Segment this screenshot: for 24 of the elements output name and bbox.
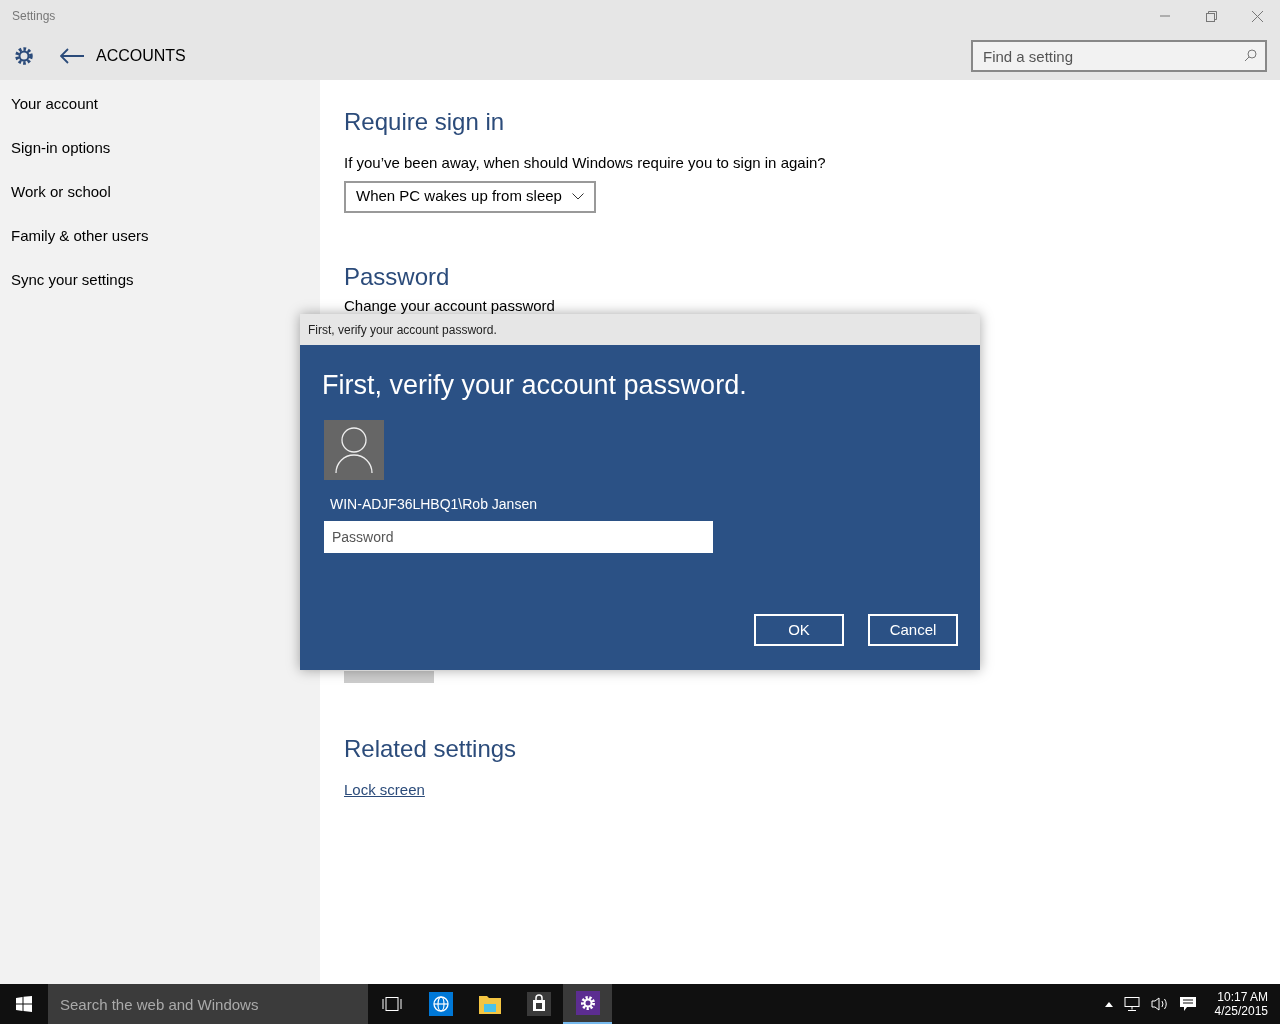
sidebar-item[interactable]: Work or school: [0, 180, 320, 224]
page-title: ACCOUNTS: [96, 46, 186, 66]
sidebar-item[interactable]: Family & other users: [0, 224, 320, 268]
sidebar-item[interactable]: Sign-in options: [0, 136, 320, 180]
taskbar-search-field[interactable]: Search the web and Windows: [48, 984, 368, 1024]
password-description: Change your account password: [344, 296, 555, 314]
sign-in-dropdown[interactable]: When PC wakes up from sleep: [344, 180, 596, 213]
search-field[interactable]: Find a setting: [971, 40, 1267, 72]
dialog-title: First, verify your account password.: [308, 321, 497, 339]
sidebar-item[interactable]: Your account: [0, 92, 320, 136]
question-text: If you’ve been away, when should Windows require you to sign in again?: [344, 153, 826, 173]
password-field[interactable]: Password: [324, 520, 713, 553]
clock-time: 10:17 AM: [1217, 990, 1268, 1004]
account-name: WIN-ADJF36LHBQ1\Rob Jansen: [330, 494, 537, 514]
ok-button[interactable]: OK: [754, 614, 844, 646]
cancel-button[interactable]: Cancel: [868, 614, 958, 646]
window-title: Settings: [12, 8, 56, 25]
section-heading: Require sign in: [344, 107, 505, 137]
sidebar-item[interactable]: Sync your settings: [0, 268, 320, 312]
dialog-heading: First, verify your account password.: [322, 369, 747, 402]
clock-date: 4/25/2015: [1214, 1004, 1268, 1018]
section-heading: Password: [344, 261, 450, 292]
section-heading: Related settings: [344, 733, 517, 764]
lock-screen-link[interactable]: Lock screen: [344, 778, 425, 801]
